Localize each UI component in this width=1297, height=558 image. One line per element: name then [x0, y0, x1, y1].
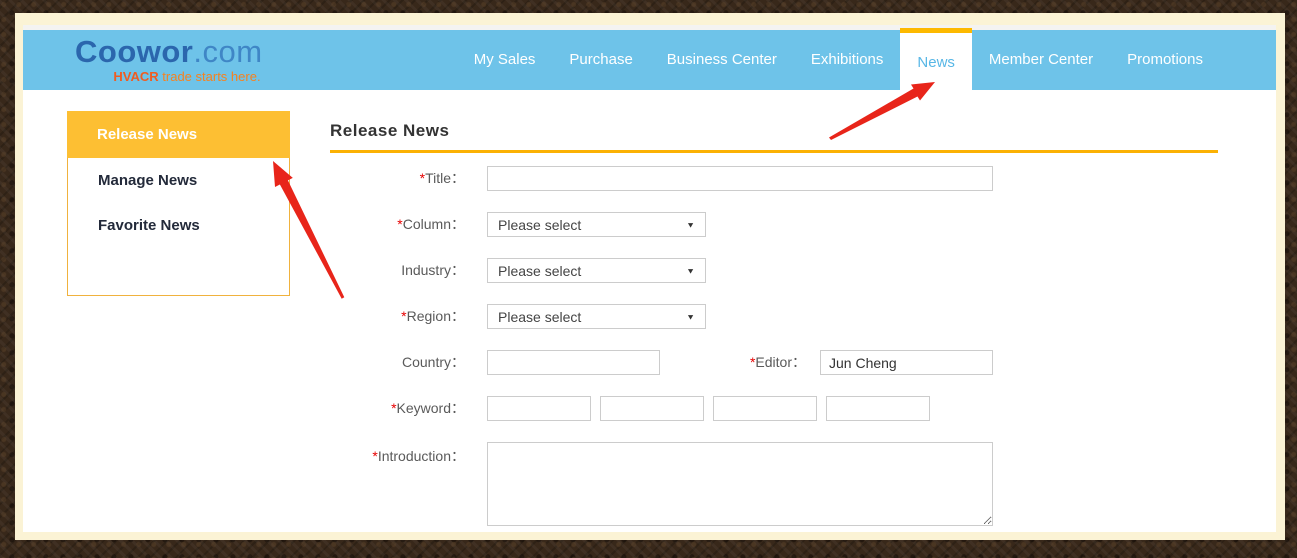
keyword-input-3[interactable] — [713, 396, 817, 421]
form-row-column: *Column： Please select ▼ — [330, 212, 1218, 237]
editor-input[interactable] — [820, 350, 993, 375]
keyword-input-4[interactable] — [826, 396, 930, 421]
form-row-region: *Region： Please select ▼ — [330, 304, 1218, 329]
nav-item-news[interactable]: News — [900, 28, 972, 95]
chevron-down-icon: ▼ — [686, 266, 695, 275]
logo-name: Coowor — [75, 34, 193, 69]
industry-select[interactable]: Please select ▼ — [487, 258, 706, 283]
logo-tagline: HVACR trade starts here. — [75, 70, 263, 83]
region-label: *Region： — [330, 304, 465, 329]
form-row-keyword: *Keyword： — [330, 396, 1218, 421]
logo-tagline-rest: trade starts here. — [159, 69, 261, 84]
logo-tagline-brand: HVACR — [113, 69, 158, 84]
main-nav: My Sales Purchase Business Center Exhibi… — [457, 30, 1220, 90]
editor-label: *Editor： — [660, 350, 806, 375]
keyword-input-2[interactable] — [600, 396, 704, 421]
title-input[interactable] — [487, 166, 993, 191]
column-label: *Column： — [330, 212, 465, 237]
keyword-label: *Keyword： — [330, 396, 465, 421]
form-row-introduction: *Introduction： — [330, 442, 1218, 526]
nav-item-promotions[interactable]: Promotions — [1110, 30, 1220, 90]
form-row-title: *Title： — [330, 166, 1218, 191]
sidebar-item-release-news[interactable]: Release News — [67, 111, 290, 158]
sidebar-item-manage-news[interactable]: Manage News — [68, 158, 289, 203]
introduction-textarea[interactable] — [487, 442, 993, 526]
chevron-down-icon: ▼ — [686, 220, 695, 229]
nav-item-exhibitions[interactable]: Exhibitions — [794, 30, 901, 90]
country-input[interactable] — [487, 350, 660, 375]
page-title: Release News — [330, 121, 1218, 141]
logo-wordmark: Coowor.com — [75, 36, 263, 67]
industry-label: Industry： — [330, 258, 465, 283]
region-select-value: Please select — [498, 309, 581, 325]
title-label: *Title： — [330, 166, 465, 191]
industry-select-value: Please select — [498, 263, 581, 279]
keyword-input-1[interactable] — [487, 396, 591, 421]
page: Coowor.com HVACR trade starts here. My S… — [23, 25, 1276, 532]
column-select[interactable]: Please select ▼ — [487, 212, 706, 237]
logo[interactable]: Coowor.com HVACR trade starts here. — [75, 36, 263, 83]
region-select[interactable]: Please select ▼ — [487, 304, 706, 329]
page-frame: Coowor.com HVACR trade starts here. My S… — [15, 13, 1285, 540]
nav-item-my-sales[interactable]: My Sales — [457, 30, 553, 90]
country-label: Country： — [330, 350, 465, 375]
heading-rule — [330, 150, 1218, 153]
sidebar: Release News Manage News Favorite News — [67, 111, 290, 296]
nav-item-business-center[interactable]: Business Center — [650, 30, 794, 90]
form-row-country-editor: Country： *Editor： — [330, 350, 1218, 375]
nav-item-member-center[interactable]: Member Center — [972, 30, 1110, 90]
chevron-down-icon: ▼ — [686, 312, 695, 321]
nav-item-purchase[interactable]: Purchase — [552, 30, 649, 90]
introduction-label: *Introduction： — [330, 442, 465, 465]
header: Coowor.com HVACR trade starts here. My S… — [23, 30, 1276, 90]
release-news-form: *Title： *Column： Please select ▼ Industr… — [330, 166, 1218, 526]
main-content: Release News *Title： *Column： Please sel… — [330, 121, 1218, 547]
form-row-industry: Industry： Please select ▼ — [330, 258, 1218, 283]
sidebar-item-favorite-news[interactable]: Favorite News — [68, 203, 289, 248]
column-select-value: Please select — [498, 217, 581, 233]
logo-tld: .com — [193, 34, 262, 69]
